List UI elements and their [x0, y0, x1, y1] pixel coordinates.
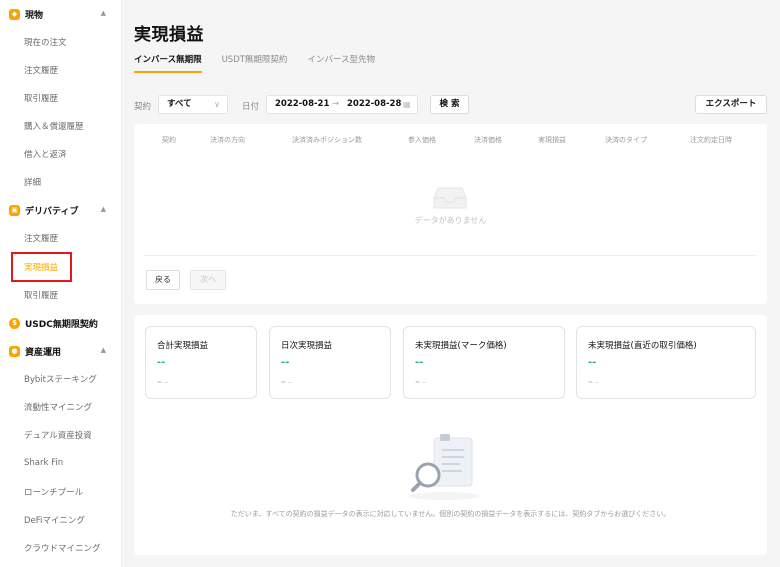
asset-management-icon: ●: [9, 345, 20, 357]
chevron-up-icon: ▲: [100, 346, 106, 354]
stat-total-realized-pnl: 合計実現損益 -- ≈ --: [145, 326, 257, 399]
sidebar-section-label: USDC無期限契約: [25, 319, 98, 330]
page-title: 実現損益: [134, 25, 204, 45]
document-search-icon: [408, 434, 480, 500]
main-content: 実現損益 インバース無期限 USDT無期限契約 インバース型先物 契約 すべて …: [122, 0, 780, 567]
sidebar-section-label: 資産運用: [25, 347, 62, 358]
date-range-picker[interactable]: 2022-08-21 → 2022-08-28 ▦: [266, 95, 418, 114]
divider: [144, 255, 757, 256]
column-header: 参入価格: [408, 136, 436, 144]
empty-inbox-icon: [433, 187, 467, 209]
column-header: 決済のタイプ: [605, 136, 647, 144]
contract-filter-label: 契約: [134, 102, 152, 112]
calendar-icon: ▦: [403, 100, 411, 109]
stat-subvalue: ≈ --: [281, 379, 293, 386]
sidebar: ◆ 現物 ▲ 現在の注文 注文履歴 取引履歴 購入＆償還履歴 借入と返済 詳細 …: [0, 0, 122, 567]
sidebar-section-spot[interactable]: ◆ 現物 ▲: [0, 3, 122, 25]
sidebar-item-shark-fin[interactable]: Shark Fin: [0, 452, 122, 474]
column-header: 契約: [162, 136, 176, 144]
stat-value: --: [281, 357, 290, 368]
sidebar-item-details[interactable]: 詳細: [0, 171, 122, 193]
sidebar-item-dual-asset[interactable]: デュアル資産投資: [0, 424, 122, 446]
date-from: 2022-08-21: [275, 99, 330, 109]
date-to: 2022-08-28: [347, 99, 402, 109]
date-filter-label: 日付: [242, 102, 260, 112]
sidebar-section-label: 現物: [25, 10, 44, 21]
tab-usdt-perpetual[interactable]: USDT無期限契約: [222, 53, 288, 73]
stat-title: 日次実現損益: [281, 341, 333, 351]
stat-title: 未実現損益(マーク価格): [415, 341, 507, 351]
stat-daily-realized-pnl: 日次実現損益 -- ≈ --: [269, 326, 391, 399]
sidebar-item-liquidity-mining[interactable]: 流動性マイニング: [0, 396, 122, 418]
stat-value: --: [415, 357, 424, 368]
pnl-summary-card: 合計実現損益 -- ≈ -- 日次実現損益 -- ≈ -- 未実現損益(マーク価…: [134, 315, 767, 555]
column-header: 注文約定日時: [690, 136, 732, 144]
pnl-table: 契約 決済の方向 決済済みポジション数 参入価格 決済価格 実現損益 決済のタイ…: [134, 124, 767, 304]
stat-subvalue: ≈ --: [588, 379, 600, 386]
sidebar-item-derivatives-trade-history[interactable]: 取引履歴: [0, 284, 122, 306]
back-button[interactable]: 戻る: [146, 270, 180, 290]
sidebar-item-purchase-redemption[interactable]: 購入＆償還履歴: [0, 115, 122, 137]
contract-select-value: すべて: [167, 99, 192, 109]
sidebar-item-spot-trade-history[interactable]: 取引履歴: [0, 87, 122, 109]
stat-value: --: [157, 357, 166, 368]
chevron-down-icon: ∨: [214, 100, 220, 109]
chevron-up-icon: ▲: [100, 205, 106, 213]
search-button[interactable]: 検 索: [430, 95, 469, 114]
sidebar-item-defi-mining[interactable]: DeFiマイニング: [0, 509, 122, 531]
stat-title: 未実現損益(直近の取引価格): [588, 341, 697, 351]
sidebar-item-cloud-mining[interactable]: クラウドマイニング: [0, 537, 122, 559]
column-header: 決済済みポジション数: [292, 136, 362, 144]
sidebar-item-spot-order-history[interactable]: 注文履歴: [0, 59, 122, 81]
empty-state-text: データがありません: [414, 216, 487, 225]
spot-icon: ◆: [9, 8, 20, 20]
sidebar-item-current-orders[interactable]: 現在の注文: [0, 31, 122, 53]
derivatives-icon: ▣: [9, 204, 20, 216]
tab-inverse-futures[interactable]: インバース型先物: [307, 53, 375, 73]
sidebar-item-bybit-staking[interactable]: Bybitステーキング: [0, 368, 122, 390]
sidebar-item-derivatives-order-history[interactable]: 注文履歴: [0, 227, 122, 249]
tab-inverse-perpetual[interactable]: インバース無期限: [134, 53, 202, 73]
stat-subvalue: ≈ --: [415, 379, 427, 386]
stat-unrealized-pnl-mark: 未実現損益(マーク価格) -- ≈ --: [403, 326, 565, 399]
stat-subvalue: ≈ --: [157, 379, 169, 386]
sidebar-section-label: デリバティブ: [25, 206, 79, 217]
date-arrow: →: [332, 99, 340, 109]
sidebar-section-usdc[interactable]: $ USDC無期限契約: [0, 312, 122, 334]
next-button[interactable]: 次へ: [190, 270, 226, 290]
sidebar-item-launchpool[interactable]: ローンチプール: [0, 481, 122, 503]
tab-bar: インバース無期限 USDT無期限契約 インバース型先物: [134, 53, 395, 73]
sidebar-section-asset-management[interactable]: ● 資産運用 ▲: [0, 340, 122, 362]
export-button[interactable]: エクスポート: [695, 95, 767, 114]
usdc-icon: $: [9, 317, 20, 329]
chevron-up-icon: ▲: [100, 9, 106, 17]
column-header: 決済価格: [474, 136, 502, 144]
notice-text: ただいま、すべての契約の損益データの表示に対応していません。個別の契約の損益デー…: [230, 510, 671, 518]
sidebar-section-derivatives[interactable]: ▣ デリバティブ ▲: [0, 199, 122, 221]
contract-select[interactable]: すべて ∨: [158, 95, 228, 114]
stat-value: --: [588, 357, 597, 368]
column-header: 実現損益: [538, 136, 566, 144]
stat-title: 合計実現損益: [157, 341, 209, 351]
sidebar-item-borrow-repay[interactable]: 借入と返済: [0, 143, 122, 165]
stat-unrealized-pnl-last: 未実現損益(直近の取引価格) -- ≈ --: [576, 326, 756, 399]
highlight-annotation-box: [11, 252, 72, 282]
column-header: 決済の方向: [210, 136, 245, 144]
